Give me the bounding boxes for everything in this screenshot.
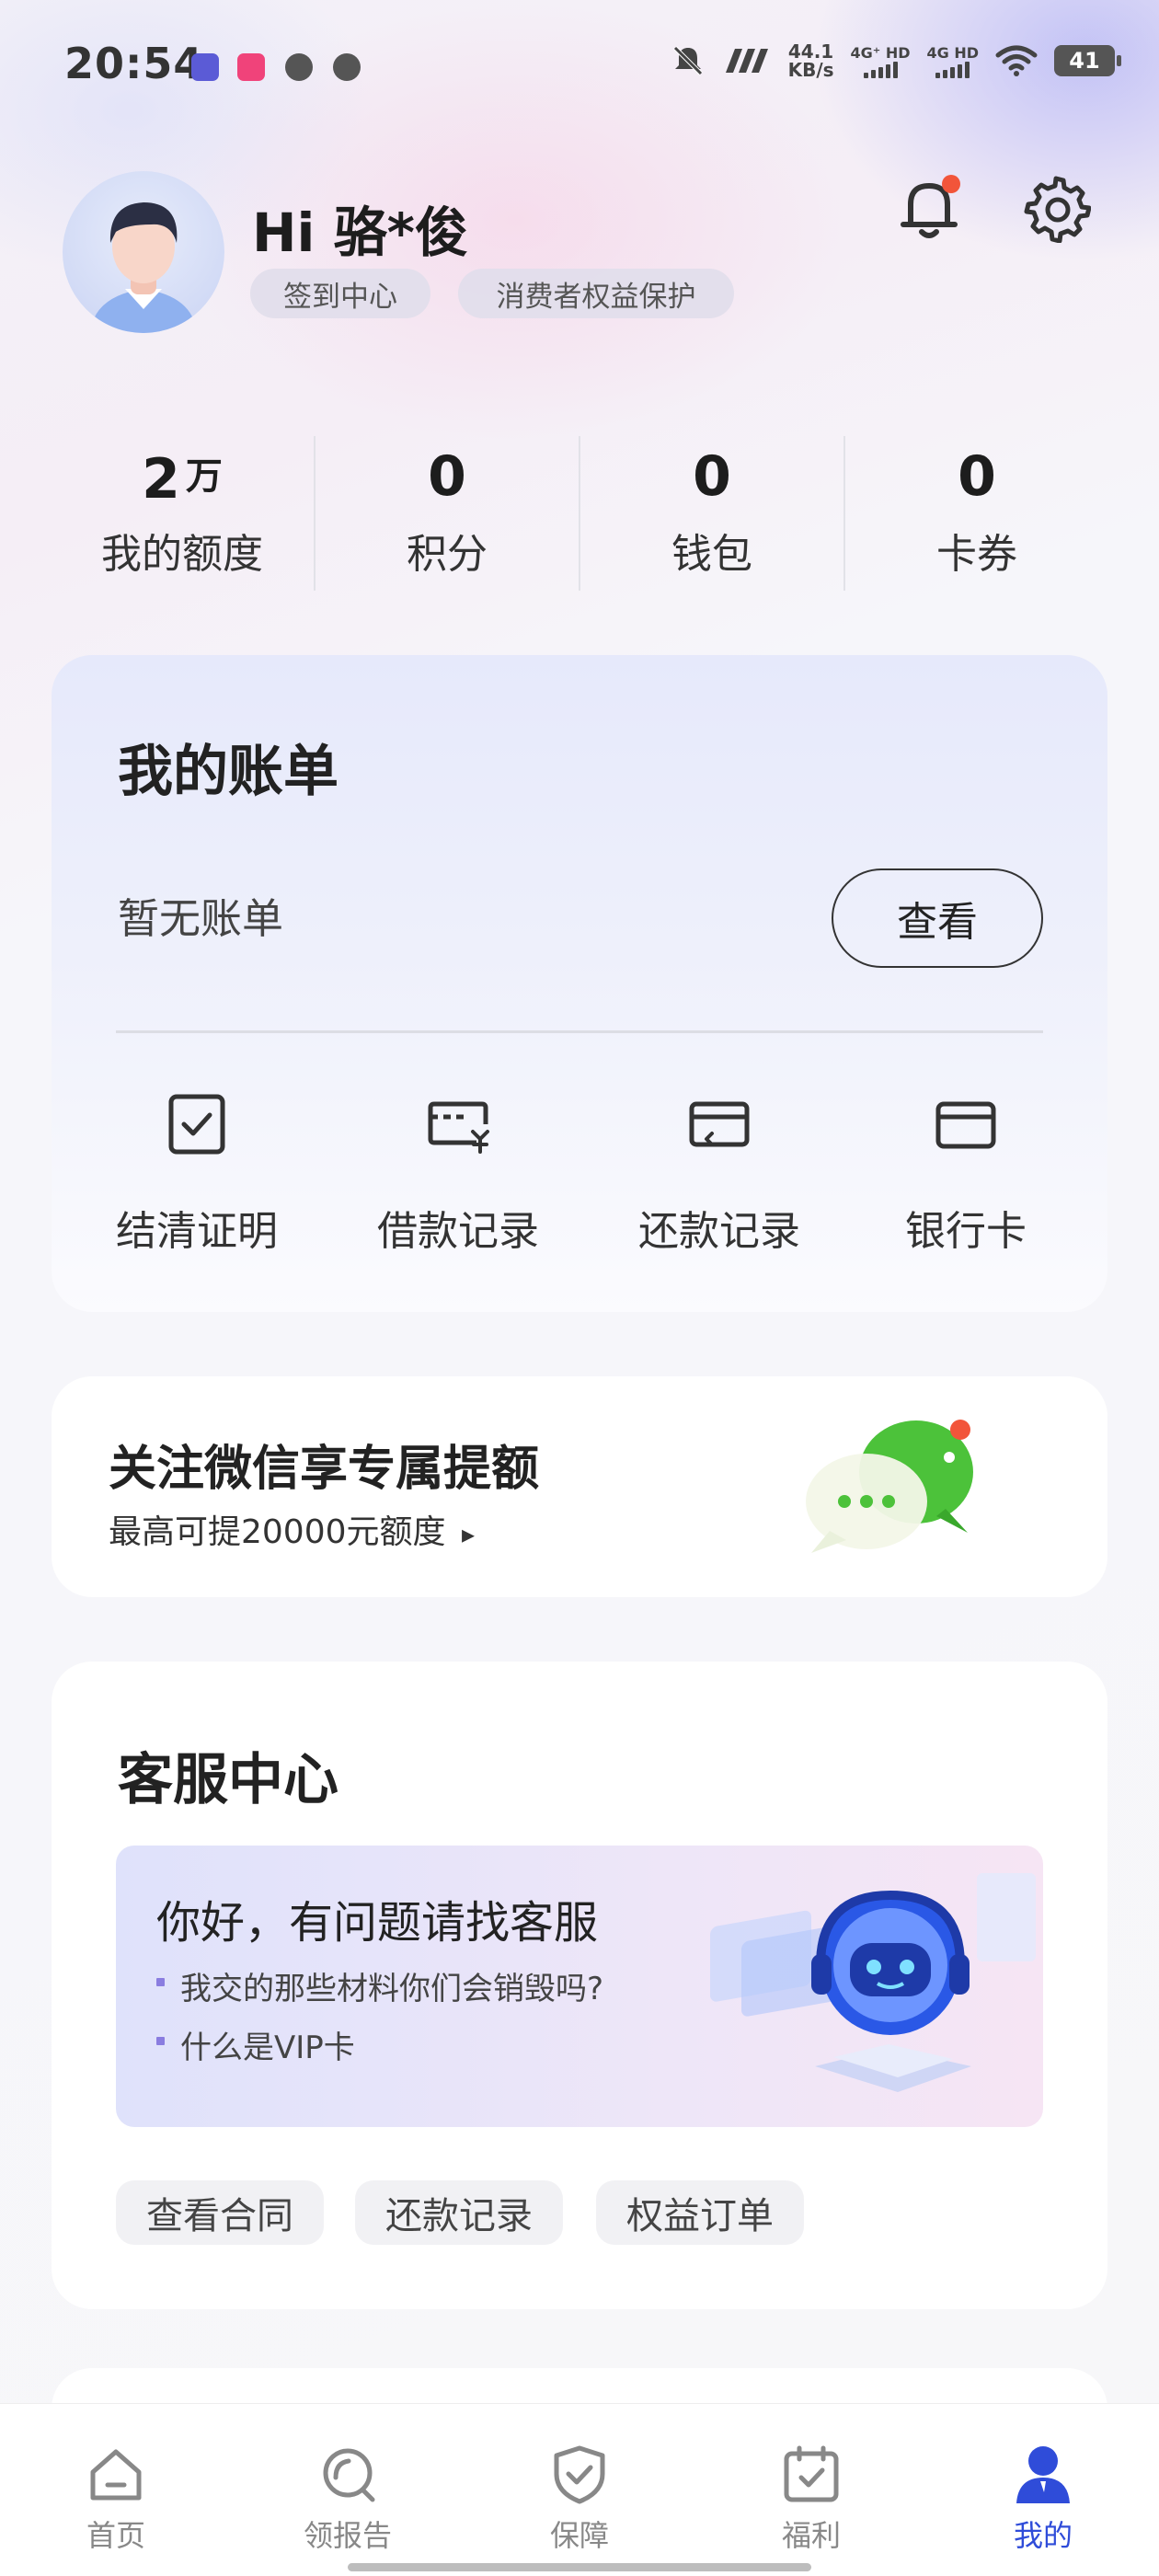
home-indicator[interactable] bbox=[348, 2563, 811, 2571]
bill-card-title: 我的账单 bbox=[118, 740, 339, 804]
repayment-records-button[interactable]: 还款记录 bbox=[600, 1091, 839, 1257]
view-contract-button[interactable]: 查看合同 bbox=[116, 2180, 324, 2245]
status-bar: 20:54 44.1 KB/s 4G⁺ HD 4G HD 41 bbox=[0, 0, 1159, 138]
wechat-promo-subtitle: 最高可提20000元额度 ▸ bbox=[109, 1513, 476, 1551]
report-search-icon bbox=[323, 2448, 375, 2502]
stat-credit-limit[interactable]: 2万 我的额度 bbox=[50, 442, 315, 580]
gear-icon bbox=[1024, 176, 1091, 243]
notification-app-icon bbox=[237, 53, 265, 81]
wechat-promo-card[interactable]: 关注微信享专属提额 最高可提20000元额度 ▸ bbox=[52, 1376, 1107, 1597]
signal-indicator-sim2: 4G HD bbox=[926, 44, 979, 78]
notification-app-icon bbox=[191, 53, 219, 81]
user-avatar-illustration bbox=[90, 202, 197, 333]
stat-coupons[interactable]: 0 卡券 bbox=[844, 442, 1109, 580]
settlement-proof-button[interactable]: 结清证明 bbox=[77, 1091, 316, 1257]
tab-mine[interactable]: 我的 bbox=[960, 2443, 1126, 2555]
bill-card: 我的账单 暂无账单 查看 结清证明 借款记录 还款记录 银行卡 bbox=[52, 655, 1107, 1312]
wechat-promo-title: 关注微信享专属提额 bbox=[109, 1442, 540, 1497]
bank-card-button[interactable]: 银行卡 bbox=[846, 1091, 1085, 1257]
customer-service-banner[interactable]: 你好，有问题请找客服 我交的那些材料你们会销毁吗? 什么是VIP卡 bbox=[116, 1846, 1043, 2127]
service-robot-illustration bbox=[710, 1873, 1036, 2092]
faq-item[interactable]: 什么是VIP卡 bbox=[156, 2022, 355, 2067]
bill-empty-text: 暂无账单 bbox=[118, 894, 284, 943]
doc-check-icon bbox=[168, 1094, 225, 1155]
service-center-card: 客服中心 你好，有问题请找客服 我交的那些材料你们会销毁吗? 什么是VIP卡 查… bbox=[52, 1662, 1107, 2309]
stat-points[interactable]: 0 积分 bbox=[315, 442, 580, 580]
wechat-notification-icon bbox=[333, 53, 361, 81]
divider bbox=[116, 1030, 1043, 1033]
checkin-center-button[interactable]: 签到中心 bbox=[250, 269, 430, 318]
avatar[interactable] bbox=[63, 171, 224, 333]
stat-wallet[interactable]: 0 钱包 bbox=[580, 442, 844, 580]
network-speed: 44.1 KB/s bbox=[787, 40, 834, 81]
repayment-records-shortcut[interactable]: 还款记录 bbox=[355, 2180, 563, 2245]
card-yen-icon bbox=[428, 1101, 489, 1154]
person-icon bbox=[1016, 2446, 1070, 2503]
service-greeting: 你好，有问题请找客服 bbox=[156, 1897, 599, 1949]
service-center-title: 客服中心 bbox=[118, 1748, 339, 1812]
notification-app-icon bbox=[285, 53, 313, 81]
tab-home[interactable]: 首页 bbox=[33, 2443, 199, 2555]
loan-records-button[interactable]: 借款记录 bbox=[339, 1091, 578, 1257]
shield-check-icon bbox=[554, 2445, 605, 2504]
consumer-rights-button[interactable]: 消费者权益保护 bbox=[458, 269, 734, 318]
notification-button[interactable] bbox=[890, 169, 968, 247]
signal-bars-icon bbox=[863, 61, 898, 78]
signal-indicator-sim1: 4G⁺ HD bbox=[851, 44, 910, 78]
wechat-icon bbox=[806, 1420, 973, 1553]
card-return-icon bbox=[689, 1101, 750, 1147]
wifi-icon bbox=[995, 45, 1038, 76]
calendar-check-icon bbox=[784, 2445, 839, 2502]
benefit-orders-button[interactable]: 权益订单 bbox=[596, 2180, 804, 2245]
home-icon bbox=[90, 2449, 142, 2501]
settings-button[interactable] bbox=[1017, 169, 1095, 247]
status-time: 20:54 bbox=[64, 39, 204, 88]
carrier-logo-icon bbox=[725, 49, 768, 73]
notification-dot bbox=[942, 175, 960, 193]
bell-icon bbox=[901, 175, 960, 238]
arrow-right-icon: ▸ bbox=[461, 1519, 476, 1549]
bank-card-icon bbox=[935, 1101, 996, 1149]
signal-bars-icon bbox=[935, 61, 970, 78]
mute-icon bbox=[672, 46, 703, 75]
faq-item[interactable]: 我交的那些材料你们会销毁吗? bbox=[156, 1963, 603, 2008]
tab-report[interactable]: 领报告 bbox=[265, 2443, 430, 2555]
battery-indicator: 41 bbox=[1054, 45, 1121, 76]
user-greeting: Hi 骆*俊 bbox=[252, 201, 468, 264]
tab-benefits[interactable]: 福利 bbox=[729, 2443, 894, 2555]
bottom-tab-bar: 首页 领报告 保障 福利 我的 bbox=[0, 2403, 1159, 2576]
tab-protection[interactable]: 保障 bbox=[497, 2443, 662, 2555]
view-bill-button[interactable]: 查看 bbox=[832, 868, 1043, 968]
